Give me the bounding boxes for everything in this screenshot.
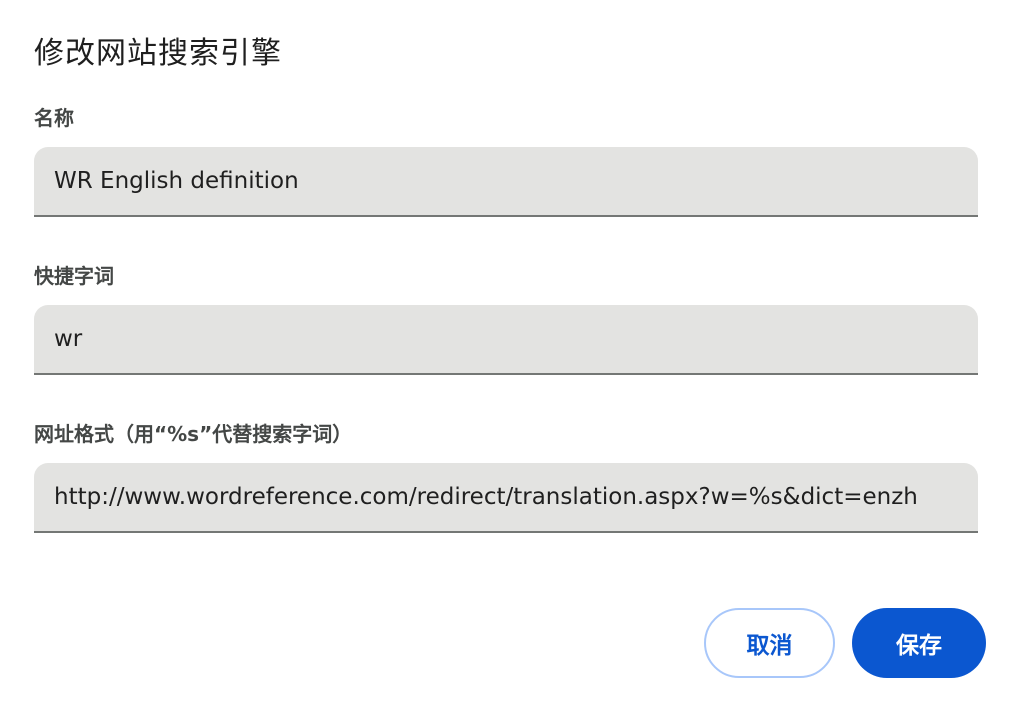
shortcut-field-container	[34, 305, 978, 375]
cancel-button[interactable]: 取消	[704, 608, 835, 678]
edit-search-engine-dialog: 修改网站搜索引擎 名称 快捷字词 网址格式（用“%s”代替搜索字词） 取消 保存	[0, 0, 1018, 710]
url-input[interactable]	[34, 463, 978, 531]
url-label: 网址格式（用“%s”代替搜索字词）	[34, 422, 353, 446]
shortcut-label: 快捷字词	[34, 264, 114, 288]
name-input[interactable]	[34, 147, 978, 215]
name-field-container	[34, 147, 978, 217]
shortcut-input[interactable]	[34, 305, 978, 373]
save-button[interactable]: 保存	[852, 608, 986, 678]
name-label: 名称	[34, 106, 74, 130]
dialog-title: 修改网站搜索引擎	[34, 36, 282, 71]
url-field-container	[34, 463, 978, 533]
